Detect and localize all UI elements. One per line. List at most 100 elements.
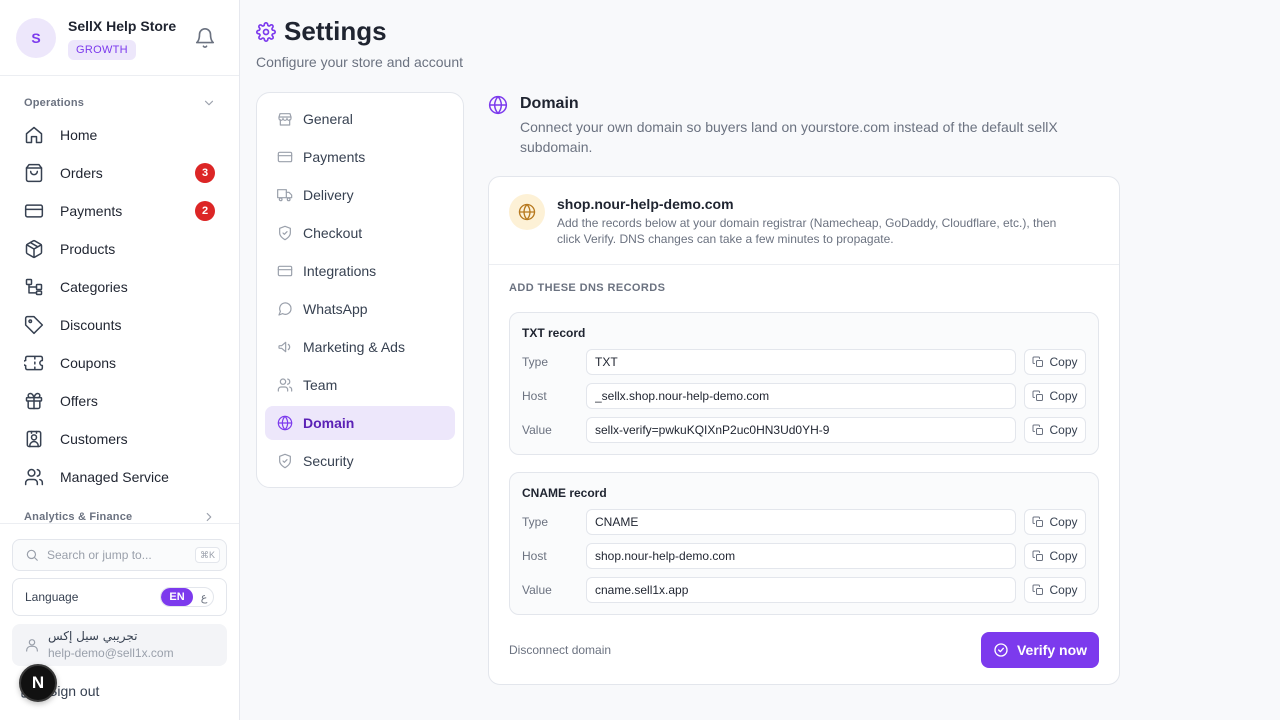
copy-icon [1032, 424, 1044, 436]
sidebar-item-offers[interactable]: Offers [12, 382, 228, 420]
settings-tab-label: General [303, 111, 353, 127]
users-icon [24, 467, 44, 487]
copy-button[interactable]: Copy [1024, 417, 1086, 443]
copy-label: Copy [1049, 389, 1078, 403]
settings-menu: General Payments Delivery Checkout Integ… [256, 92, 464, 488]
copy-button[interactable]: Copy [1024, 383, 1086, 409]
sidebar-item-discounts[interactable]: Discounts [12, 306, 228, 344]
sidebar-item-label: Offers [60, 393, 98, 409]
domain-section-title: Domain [520, 95, 579, 112]
gear-icon [256, 22, 276, 42]
section-operations[interactable]: Operations [24, 97, 84, 109]
cname-host-field[interactable] [586, 543, 1016, 569]
copy-button[interactable]: Copy [1024, 577, 1086, 603]
search-input[interactable] [47, 548, 187, 562]
copy-icon [1032, 584, 1044, 596]
cname-type-field[interactable] [586, 509, 1016, 535]
user-card[interactable]: تجريبي سيل إكس help-demo@sell1x.com [12, 624, 227, 666]
credit-card-icon [24, 201, 44, 221]
copy-label: Copy [1049, 423, 1078, 437]
copy-icon [1032, 356, 1044, 368]
sidebar-item-coupons[interactable]: Coupons [12, 344, 228, 382]
sidebar-item-home[interactable]: Home [12, 116, 228, 154]
txt-type-field[interactable] [586, 349, 1016, 375]
language-option-ar[interactable]: ع [194, 588, 213, 606]
settings-tab-label: Security [303, 453, 354, 469]
page-subtitle: Configure your store and account [256, 54, 464, 70]
txt-host-field[interactable] [586, 383, 1016, 409]
settings-tab-security[interactable]: Security [265, 444, 455, 478]
record-row-label: Host [522, 549, 547, 563]
language-switcher: Language EN ع [12, 578, 227, 616]
search-box[interactable]: ⌘K [12, 539, 227, 571]
settings-tab-delivery[interactable]: Delivery [265, 178, 455, 212]
copy-button[interactable]: Copy [1024, 349, 1086, 375]
domain-globe-badge [509, 194, 545, 230]
sidebar-item-label: Products [60, 241, 116, 257]
package-icon [24, 239, 44, 259]
store-icon [277, 111, 293, 127]
page-title: Settings [284, 16, 387, 46]
shopping-bag-icon [24, 163, 44, 183]
sidebar-nav: Operations Home Orders 3 Payments 2 Prod… [0, 76, 239, 523]
settings-tab-integrations[interactable]: Integrations [265, 254, 455, 288]
language-option-en[interactable]: EN [161, 588, 193, 606]
nextjs-devtools-button[interactable]: N [19, 664, 57, 702]
sidebar-item-products[interactable]: Products [12, 230, 228, 268]
section-analytics-finance[interactable]: Analytics & Finance [24, 511, 132, 523]
disconnect-domain-button[interactable]: Disconnect domain [509, 643, 611, 657]
settings-tab-label: WhatsApp [303, 301, 368, 317]
settings-tab-label: Team [303, 377, 338, 393]
sidebar-item-payments[interactable]: Payments 2 [12, 192, 228, 230]
payments-count-badge: 2 [195, 201, 215, 221]
record-row-label: Value [522, 583, 552, 597]
copy-icon [1032, 516, 1044, 528]
sidebar-item-orders[interactable]: Orders 3 [12, 154, 228, 192]
record-row-label: Value [522, 423, 552, 437]
contact-icon [24, 429, 44, 449]
users-icon [277, 377, 293, 393]
copy-label: Copy [1049, 549, 1078, 563]
settings-tab-team[interactable]: Team [265, 368, 455, 402]
language-toggle[interactable]: EN ع [160, 587, 214, 607]
globe-icon [488, 95, 508, 115]
settings-tab-marketing[interactable]: Marketing & Ads [265, 330, 455, 364]
bell-icon[interactable] [194, 27, 216, 49]
verify-now-button[interactable]: Verify now [981, 632, 1099, 668]
record-row-label: Type [522, 355, 549, 369]
txt-value-field[interactable] [586, 417, 1016, 443]
tag-icon [24, 315, 44, 335]
credit-card-icon [277, 149, 293, 165]
sidebar: S SellX Help Store GROWTH Operations Hom… [0, 0, 240, 720]
truck-icon [277, 187, 293, 203]
home-icon [24, 125, 44, 145]
sidebar-item-managed-service[interactable]: Managed Service [12, 458, 228, 496]
copy-icon [1032, 390, 1044, 402]
copy-button[interactable]: Copy [1024, 509, 1086, 535]
store-header: S SellX Help Store GROWTH [0, 0, 239, 76]
settings-tab-checkout[interactable]: Checkout [265, 216, 455, 250]
copy-label: Copy [1049, 583, 1078, 597]
settings-tab-whatsapp[interactable]: WhatsApp [265, 292, 455, 326]
settings-tab-domain[interactable]: Domain [265, 406, 455, 440]
verify-now-label: Verify now [1016, 642, 1088, 658]
copy-icon [1032, 550, 1044, 562]
settings-tab-label: Payments [303, 149, 366, 165]
settings-tab-payments[interactable]: Payments [265, 140, 455, 174]
sidebar-item-label: Orders [60, 165, 103, 181]
shield-icon [277, 453, 293, 469]
sidebar-item-label: Payments [60, 203, 123, 219]
settings-tab-general[interactable]: General [265, 102, 455, 136]
txt-record-card: TXT record Type Copy Host Copy Value Cop… [509, 312, 1099, 455]
sidebar-item-customers[interactable]: Customers [12, 420, 228, 458]
chevron-right-icon[interactable] [202, 510, 216, 523]
record-row-label: Host [522, 389, 547, 403]
sidebar-item-categories[interactable]: Categories [12, 268, 228, 306]
copy-button[interactable]: Copy [1024, 543, 1086, 569]
chevron-down-icon[interactable] [202, 96, 216, 110]
store-avatar[interactable]: S [16, 18, 56, 58]
language-label: Language [25, 590, 79, 604]
cname-record-card: CNAME record Type Copy Host Copy Value C… [509, 472, 1099, 615]
record-title: TXT record [522, 326, 586, 340]
cname-value-field[interactable] [586, 577, 1016, 603]
